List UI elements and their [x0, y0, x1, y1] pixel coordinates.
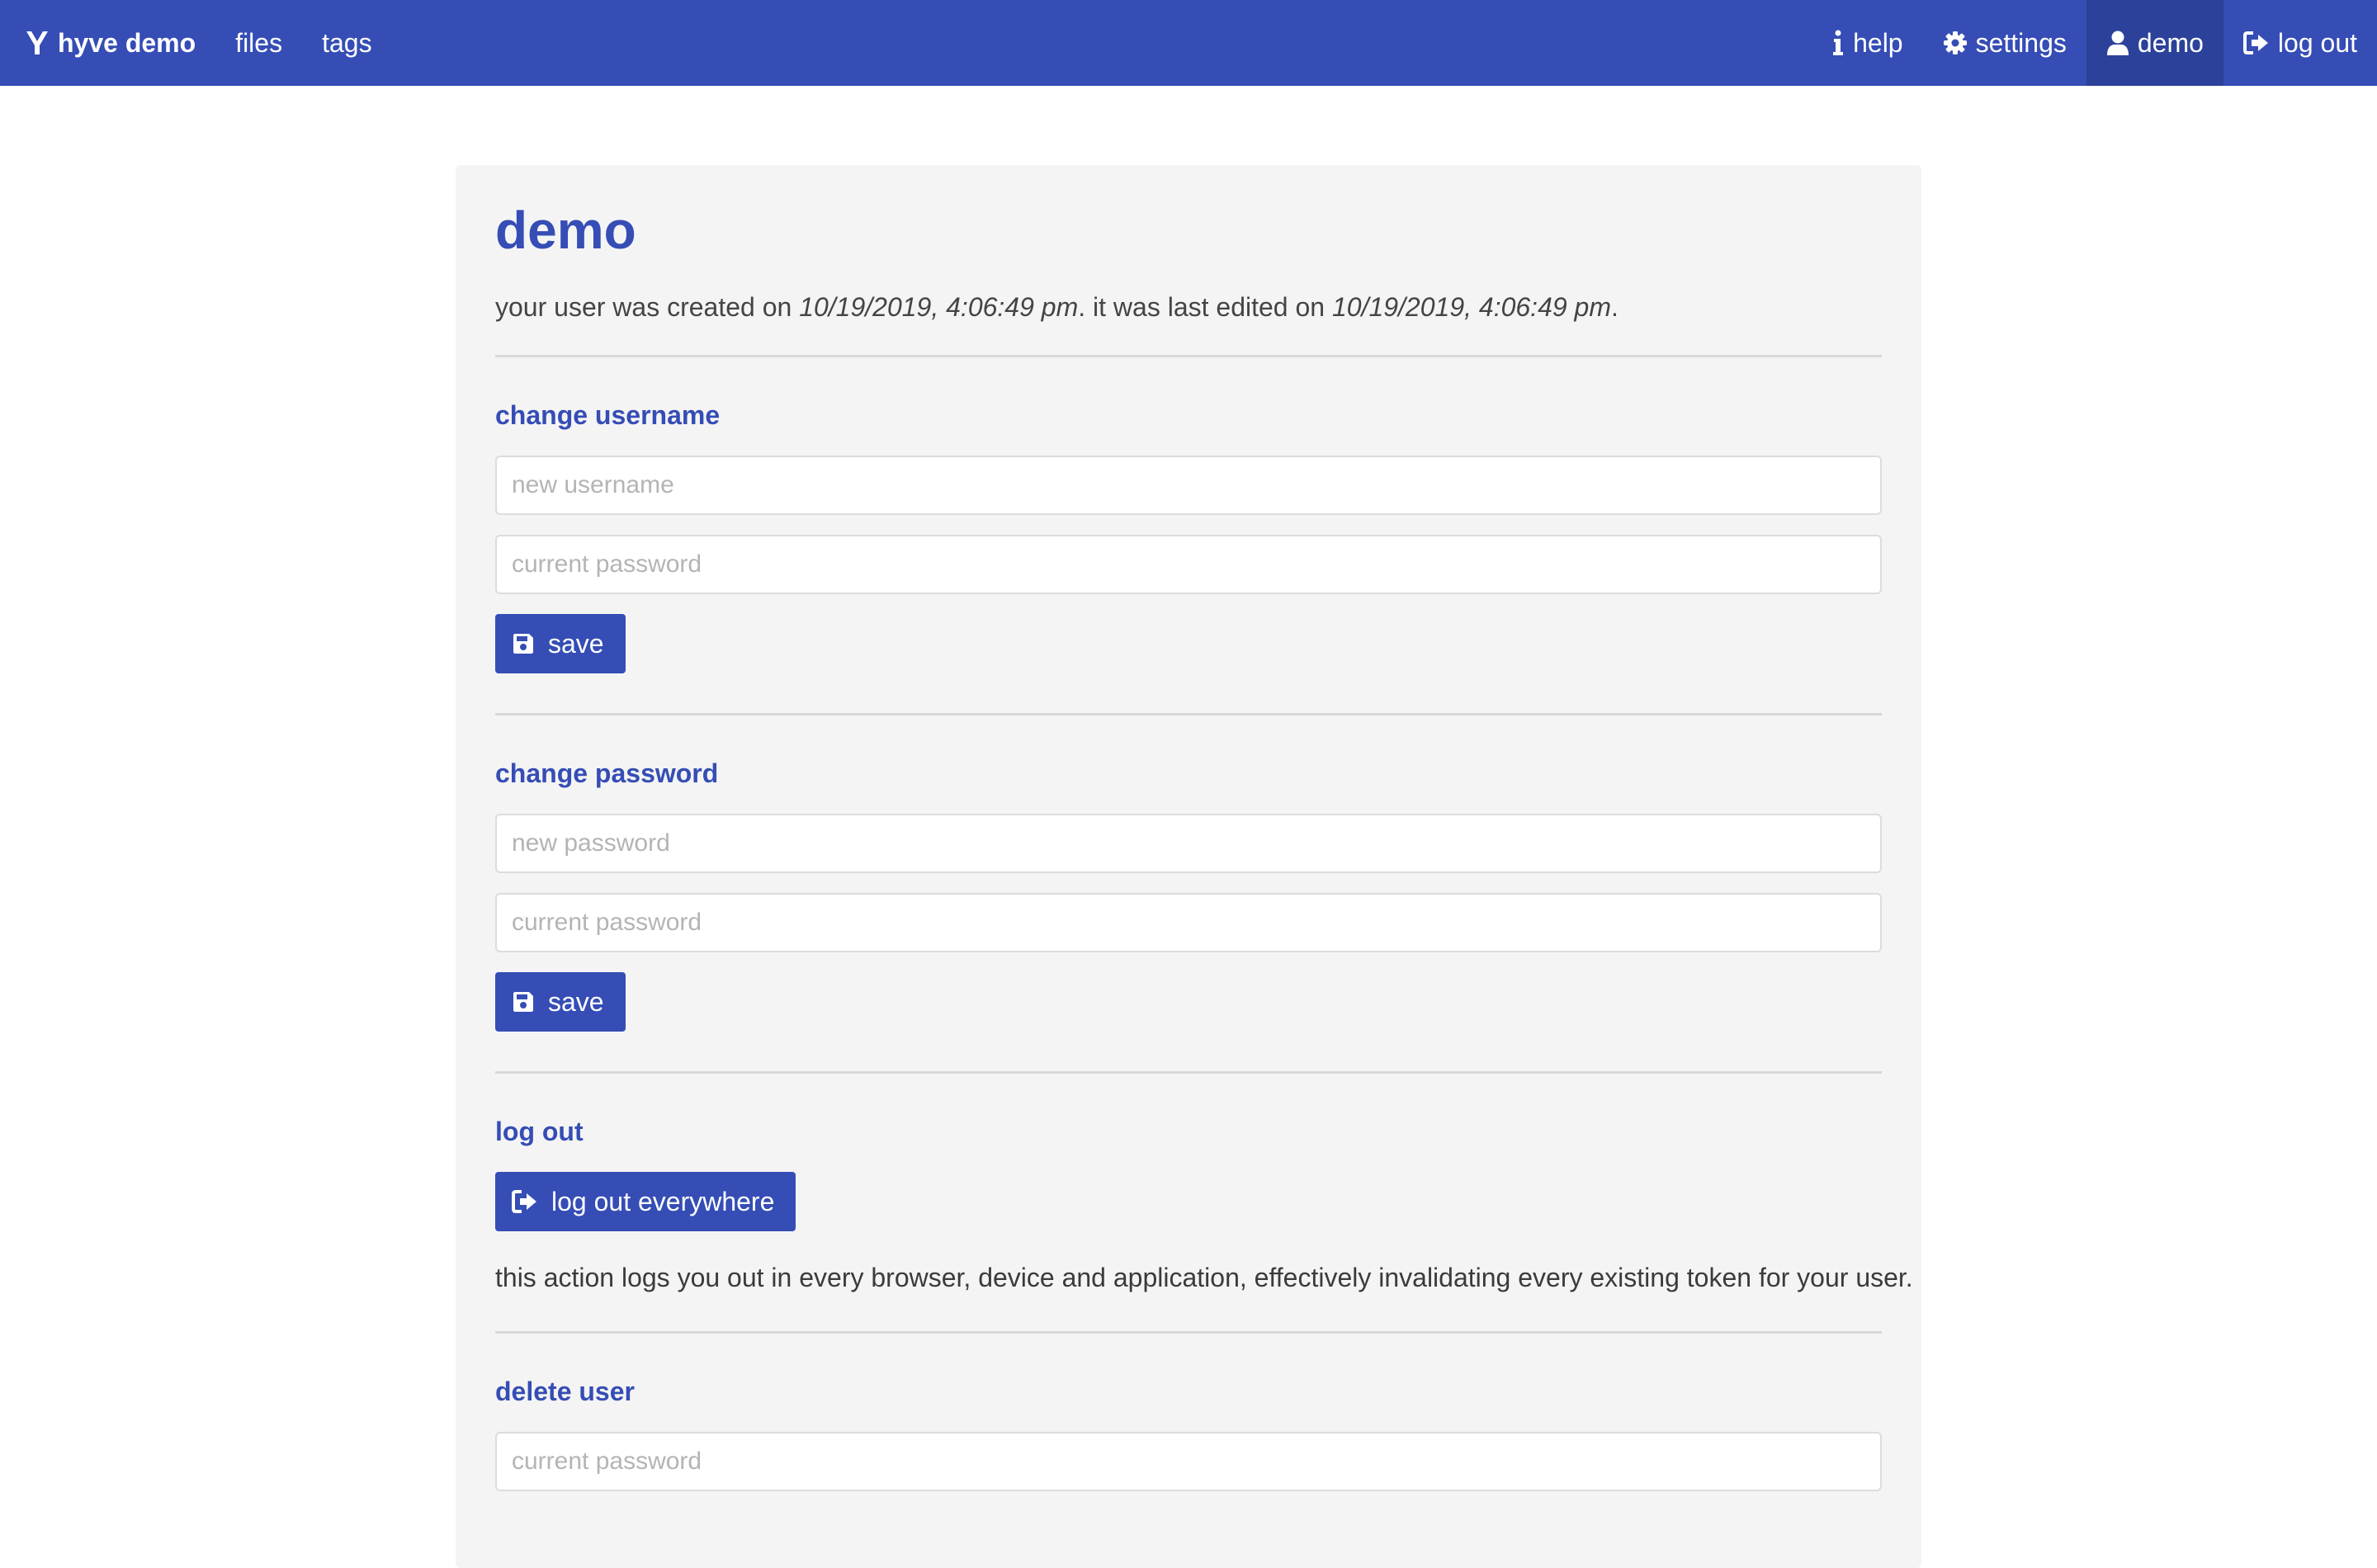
nav-item-label: log out: [2277, 27, 2357, 58]
section-title: delete user: [495, 1377, 635, 1406]
divider: [495, 1071, 1882, 1074]
current-password-input[interactable]: [495, 893, 1882, 952]
nav-item-label: demo: [2137, 27, 2204, 58]
edited-date: 10/19/2019, 4:06:49 pm: [1331, 292, 1611, 322]
button-label: log out everywhere: [551, 1186, 775, 1216]
meta-prefix: your user was created on: [495, 292, 800, 322]
info-icon: [1831, 30, 1845, 56]
nav-item-tags[interactable]: tags: [302, 0, 391, 86]
sign-out-icon: [512, 1190, 538, 1213]
sign-out-icon: [2242, 31, 2270, 54]
gear-icon: [1943, 31, 1968, 55]
top-navbar: hyve demo files tags help settings demo …: [0, 0, 2377, 86]
section-title: change username: [495, 400, 721, 430]
brand-link[interactable]: hyve demo: [0, 0, 215, 86]
navbar-left: hyve demo files tags: [0, 0, 392, 86]
section-title: change password: [495, 758, 719, 788]
log-out-everywhere-button[interactable]: log out everywhere: [495, 1172, 796, 1231]
meta-middle: . it was last edited on: [1078, 292, 1332, 322]
nav-item-label: settings: [1975, 27, 2067, 58]
floppy-disk-icon: [512, 632, 535, 655]
nav-item-user[interactable]: demo: [2086, 0, 2223, 86]
divider: [495, 1331, 1882, 1334]
floppy-disk-icon: [512, 990, 535, 1013]
divider: [495, 713, 1882, 716]
nav-item-settings[interactable]: settings: [1923, 0, 2086, 86]
change-username-section: change username save: [495, 400, 1882, 673]
nav-item-files[interactable]: files: [215, 0, 302, 86]
new-password-input[interactable]: [495, 814, 1882, 873]
nav-item-label: files: [235, 27, 283, 58]
brand-label: hyve demo: [58, 27, 196, 58]
section-title: log out: [495, 1117, 584, 1146]
log-out-section: log out log out everywhere this action l…: [495, 1117, 1913, 1293]
button-label: save: [548, 628, 604, 659]
navbar-right: help settings demo log out: [1812, 0, 2377, 86]
created-date: 10/19/2019, 4:06:49 pm: [799, 292, 1079, 322]
change-password-section: change password save: [495, 758, 1882, 1032]
nav-item-help[interactable]: help: [1812, 0, 1923, 86]
user-icon: [2106, 31, 2129, 55]
save-password-button[interactable]: save: [495, 972, 626, 1032]
meta-suffix: .: [1611, 292, 1619, 322]
hyve-logo-icon: [25, 30, 50, 56]
new-username-input[interactable]: [495, 456, 1882, 515]
delete-user-section: delete user: [495, 1377, 1882, 1491]
log-out-description: this action logs you out in every browse…: [495, 1263, 1913, 1292]
user-settings-card: demo your user was created on 10/19/2019…: [456, 165, 1921, 1568]
nav-item-label: tags: [322, 27, 372, 58]
nav-item-label: help: [1853, 27, 1903, 58]
current-password-input[interactable]: [495, 535, 1882, 594]
button-label: save: [548, 986, 604, 1017]
save-username-button[interactable]: save: [495, 614, 626, 673]
nav-item-logout[interactable]: log out: [2223, 0, 2377, 86]
page-title: demo: [495, 201, 636, 260]
current-password-input[interactable]: [495, 1432, 1882, 1491]
divider: [495, 355, 1882, 357]
user-meta-text: your user was created on 10/19/2019, 4:0…: [495, 292, 1882, 325]
